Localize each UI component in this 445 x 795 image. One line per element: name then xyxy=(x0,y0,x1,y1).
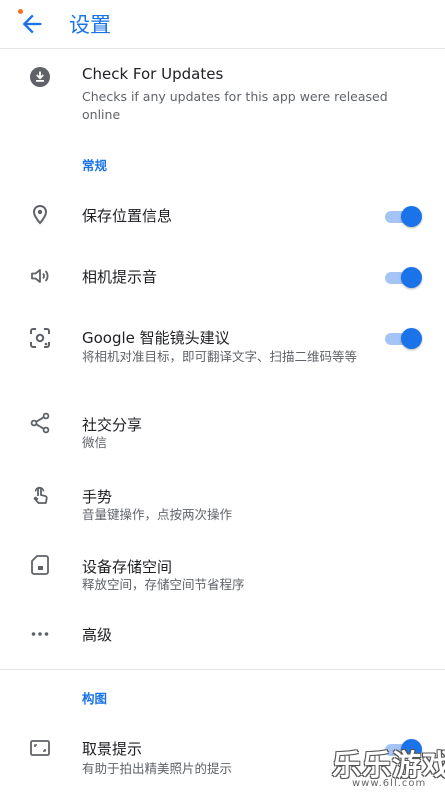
setting-subtitle: Checks if any updates for this app were … xyxy=(82,89,388,122)
settings-item-shutter-sound[interactable]: 相机提示音 xyxy=(0,256,445,296)
setting-subtitle: 释放空间，存储空间节省程序 xyxy=(82,577,245,592)
google-lens-icon xyxy=(30,328,50,348)
toggle-thumb xyxy=(401,328,422,349)
toggle-shutter-sound[interactable] xyxy=(385,266,423,288)
volume-icon xyxy=(31,269,49,283)
setting-title: 手势 xyxy=(82,488,113,506)
setting-title: 设备存储空间 xyxy=(82,558,173,576)
section-divider xyxy=(0,669,445,670)
setting-title: 社交分享 xyxy=(82,416,143,434)
settings-item-advanced[interactable]: 高级 xyxy=(0,616,445,656)
section-header-general: 常规 xyxy=(82,158,108,173)
setting-title: 保存位置信息 xyxy=(82,207,173,225)
location-pin-icon xyxy=(32,204,48,225)
setting-title: 取景提示 xyxy=(82,740,143,758)
framing-icon xyxy=(30,740,50,756)
share-icon xyxy=(30,412,50,434)
toggle-save-location[interactable] xyxy=(385,205,423,227)
setting-title: Google 智能镜头建议 xyxy=(82,329,230,347)
more-horiz-icon xyxy=(31,632,49,636)
setting-subtitle: 音量键操作，点按两次操作 xyxy=(82,507,233,522)
page-title: 设置 xyxy=(69,13,111,37)
toggle-thumb xyxy=(401,206,422,227)
settings-item-gestures[interactable]: 手势 音量键操作，点按两次操作 xyxy=(0,476,445,526)
arrow-back-icon xyxy=(22,14,42,34)
setting-subtitle: 微信 xyxy=(82,435,108,450)
back-button[interactable] xyxy=(18,10,46,38)
setting-title: 高级 xyxy=(82,626,113,644)
watermark-url: www.6ll.com xyxy=(352,778,427,789)
section-header-composition: 构图 xyxy=(82,691,108,706)
toggle-google-lens[interactable] xyxy=(385,327,423,349)
settings-item-social-share[interactable]: 社交分享 微信 xyxy=(0,404,445,454)
toggle-thumb xyxy=(401,267,422,288)
gesture-icon xyxy=(33,486,48,504)
app-bar: 设置 xyxy=(0,0,445,49)
settings-item-save-location[interactable]: 保存位置信息 xyxy=(0,196,445,236)
watermark: 乐乐游戏 www.6ll.com xyxy=(332,742,445,792)
setting-title: Check For Updates xyxy=(82,65,224,83)
sd-card-icon xyxy=(31,555,49,575)
setting-title: 相机提示音 xyxy=(82,268,158,286)
settings-item-google-lens[interactable]: Google 智能镜头建议 将相机对准目标，即可翻译文字、扫描二维码等等 xyxy=(0,318,445,384)
download-icon xyxy=(30,67,50,87)
settings-item-storage[interactable]: 设备存储空间 释放空间，存储空间节省程序 xyxy=(0,546,445,596)
setting-subtitle: 将相机对准目标，即可翻译文字、扫描二维码等等 xyxy=(82,349,358,364)
settings-item-check-updates[interactable]: Check For Updates Checks if any updates … xyxy=(0,56,445,128)
